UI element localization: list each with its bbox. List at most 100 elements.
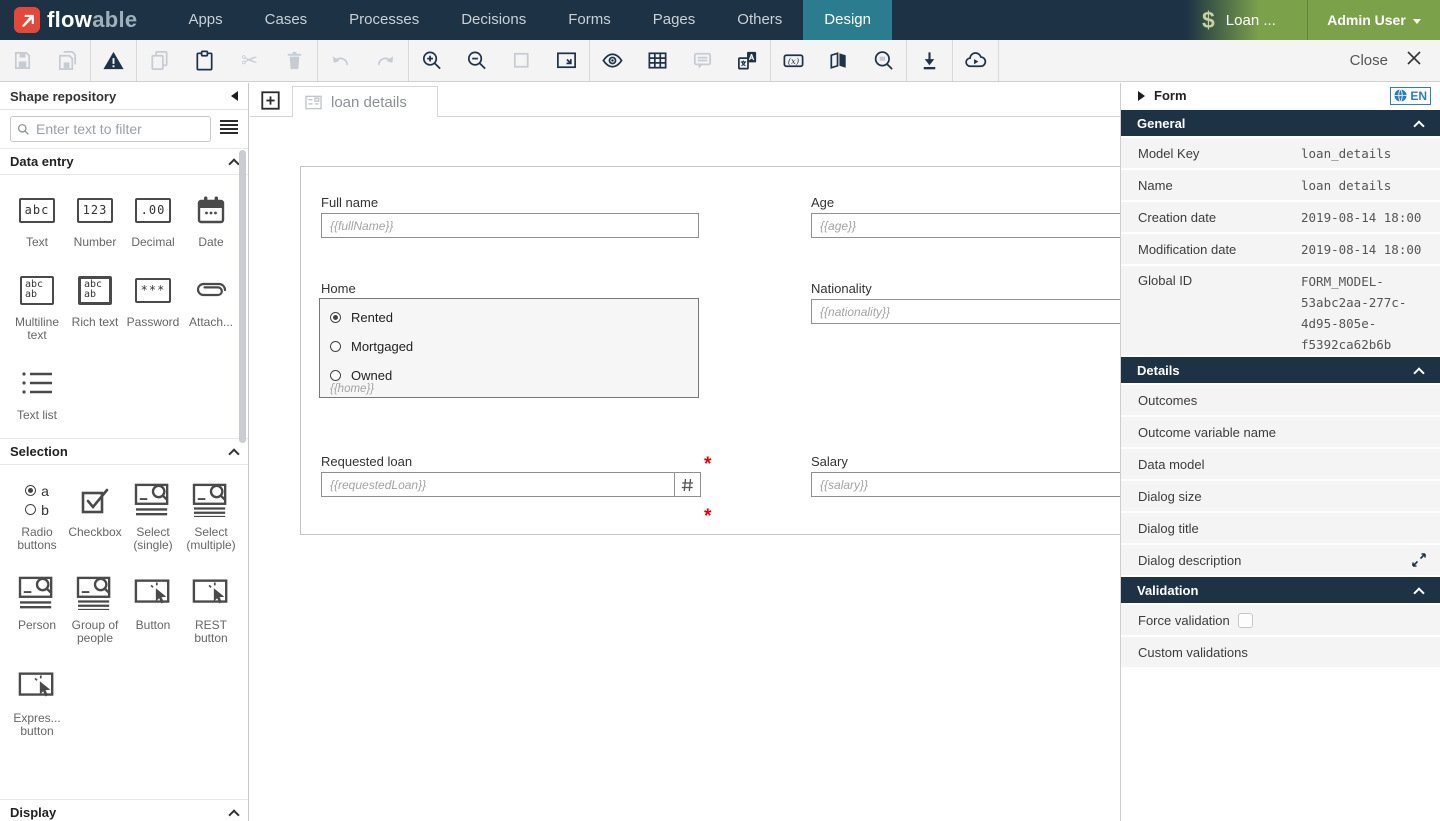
field-home-radio-group[interactable]: Rented Mortgaged Owned {{home}}	[319, 298, 699, 398]
preview-button[interactable]	[590, 40, 635, 81]
tab-loan-details[interactable]: loan details	[292, 86, 438, 117]
shape-filter-input[interactable]	[36, 121, 204, 137]
nav-item-cases[interactable]: Cases	[244, 0, 329, 40]
user-menu[interactable]: Admin User	[1307, 0, 1440, 40]
zoom-out-button[interactable]	[454, 40, 499, 81]
property-custom-validations[interactable]: Custom validations	[1121, 637, 1440, 667]
shape-rest-button[interactable]: REST button	[182, 575, 240, 645]
shape-radio-buttons[interactable]: a b Radio buttons	[8, 482, 66, 552]
expand-icon[interactable]	[1412, 553, 1426, 567]
property-data-model[interactable]: Data model	[1121, 449, 1440, 479]
actual-size-button[interactable]	[499, 40, 544, 81]
shape-button[interactable]: Button	[124, 575, 182, 645]
shape-text[interactable]: abc Text	[8, 192, 66, 249]
redo-button[interactable]	[363, 40, 408, 81]
property-dialog-size[interactable]: Dialog size	[1121, 481, 1440, 511]
nav-item-others[interactable]: Others	[716, 0, 803, 40]
section-validation[interactable]: Validation	[1121, 577, 1440, 603]
radio-option-rented[interactable]: Rented	[330, 306, 688, 328]
nav-item-forms[interactable]: Forms	[547, 0, 632, 40]
page-flip-button[interactable]	[816, 40, 861, 81]
language-selector[interactable]: EN	[1390, 87, 1431, 105]
shape-checkbox[interactable]: Checkbox	[66, 482, 124, 552]
flowable-logo[interactable]: flowable	[0, 0, 167, 40]
number-format-icon[interactable]	[674, 473, 700, 496]
field-full-name[interactable]: {{fullName}}	[321, 213, 699, 238]
property-modification-date[interactable]: Modification date 2019-08-14 18:00	[1121, 234, 1440, 264]
list-view-icon[interactable]	[220, 119, 238, 140]
nav-item-apps[interactable]: Apps	[167, 0, 243, 40]
radio-option-mortgaged[interactable]: Mortgaged	[330, 335, 688, 357]
paste-button[interactable]	[182, 40, 227, 81]
nav-item-decisions[interactable]: Decisions	[440, 0, 547, 40]
property-dialog-title[interactable]: Dialog title	[1121, 513, 1440, 543]
shape-rich-text[interactable]: abc ab Rich text	[66, 272, 124, 342]
shape-group-of-people[interactable]: Group of people	[66, 575, 124, 645]
shape-text-list[interactable]: Text list	[8, 365, 66, 422]
save-as-button[interactable]	[45, 40, 90, 81]
property-global-id[interactable]: Global ID FORM_MODEL-53abc2aa-277c-4d95-…	[1121, 266, 1440, 355]
grid-edit-icon[interactable]	[1413, 458, 1426, 471]
section-general[interactable]: General	[1121, 110, 1440, 136]
collapse-properties-icon[interactable]	[1138, 91, 1145, 101]
fit-to-screen-button[interactable]	[544, 40, 589, 81]
shape-expression-button[interactable]: Expres... button	[8, 668, 66, 738]
close-icon[interactable]	[1406, 50, 1422, 71]
section-selection[interactable]: Selection	[0, 438, 248, 465]
property-model-key[interactable]: Model Key loan_details	[1121, 138, 1440, 168]
add-tab-button[interactable]	[260, 90, 281, 116]
cut-button[interactable]: ✂	[227, 40, 272, 81]
shape-select-single[interactable]: Select (single)	[124, 482, 182, 552]
delete-button[interactable]	[272, 40, 317, 81]
nav-item-processes[interactable]: Processes	[328, 0, 440, 40]
sidebar-scrollbar[interactable]	[239, 150, 246, 443]
close-button[interactable]: Close	[1350, 52, 1388, 69]
app-switcher[interactable]: $ Loan ...	[1186, 0, 1307, 40]
shape-select-multiple[interactable]: Select (multiple)	[182, 482, 240, 552]
text-list-icon	[22, 365, 52, 401]
section-data-entry[interactable]: Data entry	[0, 148, 248, 175]
shape-attachment[interactable]: Attach...	[182, 272, 240, 342]
deploy-cloud-button[interactable]	[953, 40, 998, 81]
shape-decimal[interactable]: .00 Decimal	[124, 192, 182, 249]
grid-button[interactable]	[635, 40, 680, 81]
save-button[interactable]	[0, 40, 45, 81]
nav-item-design[interactable]: Design	[803, 0, 892, 40]
field-requested-loan[interactable]: {{requestedLoan}}	[321, 472, 701, 497]
nav-item-pages[interactable]: Pages	[632, 0, 717, 40]
shape-date[interactable]: Date	[182, 192, 240, 249]
shape-person[interactable]: Person	[8, 575, 66, 645]
property-dialog-description[interactable]: Dialog description	[1121, 545, 1440, 575]
expression-button[interactable]: (x)	[771, 40, 816, 81]
grid-edit-icon[interactable]	[1413, 394, 1426, 407]
form-design-surface[interactable]: Full name {{fullName}} Age {{age}} Home …	[300, 166, 1120, 535]
download-button[interactable]	[907, 40, 952, 81]
property-name[interactable]: Name loan details	[1121, 170, 1440, 200]
property-force-validation[interactable]: Force validation	[1121, 605, 1440, 635]
collapse-panel-icon[interactable]	[231, 91, 238, 101]
field-salary[interactable]: {{salary}}	[811, 472, 1120, 497]
shape-multiline-text[interactable]: abc ab Multiline text	[8, 272, 66, 342]
section-details[interactable]: Details	[1121, 357, 1440, 383]
comments-button[interactable]	[680, 40, 725, 81]
section-display[interactable]: Display	[0, 799, 248, 821]
selection-grid: a b Radio buttons Checkbox Select (singl…	[0, 465, 248, 738]
translate-button[interactable]	[725, 40, 770, 81]
radio-option-owned[interactable]: Owned	[330, 364, 688, 386]
undo-button[interactable]	[318, 40, 363, 81]
find-button[interactable]	[861, 40, 906, 81]
property-creation-date[interactable]: Creation date 2019-08-14 18:00	[1121, 202, 1440, 232]
field-age[interactable]: {{age}}	[811, 213, 1120, 238]
validate-button[interactable]	[91, 40, 136, 81]
shape-number[interactable]: 123 Number	[66, 192, 124, 249]
copy-button[interactable]	[137, 40, 182, 81]
shape-password[interactable]: *** Password	[124, 272, 182, 342]
field-nationality[interactable]: {{nationality}}	[811, 299, 1120, 324]
grid-edit-icon[interactable]	[1413, 646, 1426, 659]
top-navbar: flowable Apps Cases Processes Decisions …	[0, 0, 1440, 40]
zoom-in-button[interactable]	[409, 40, 454, 81]
property-outcomes[interactable]: Outcomes	[1121, 385, 1440, 415]
shape-filter-field[interactable]	[10, 116, 211, 142]
force-validation-checkbox[interactable]	[1238, 613, 1253, 628]
property-outcome-variable-name[interactable]: Outcome variable name	[1121, 417, 1440, 447]
